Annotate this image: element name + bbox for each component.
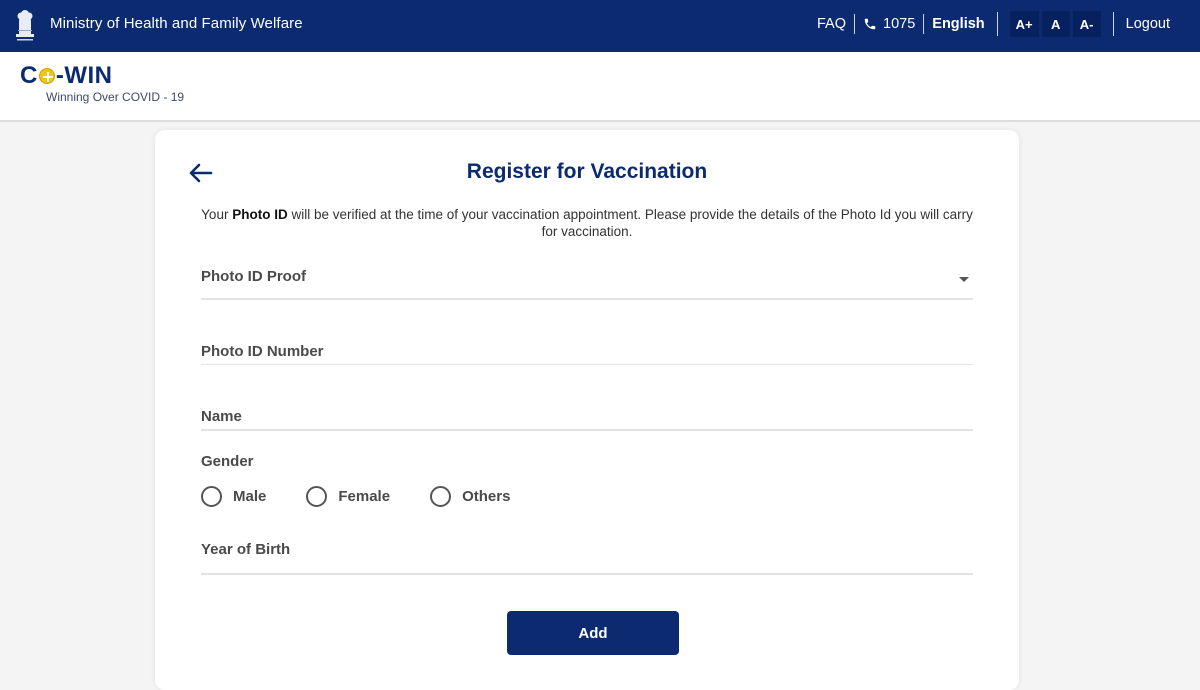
gender-option-label: Female (338, 488, 391, 505)
ministry-name: Ministry of Health and Family Welfare (50, 15, 303, 32)
radio-circle-icon[interactable] (430, 486, 452, 507)
language-selector[interactable]: English (932, 16, 984, 32)
divider (854, 14, 856, 34)
gender-radio-male[interactable]: Male (201, 486, 266, 507)
radio-circle-icon[interactable] (201, 486, 222, 507)
year-of-birth-field[interactable]: Year of Birth (201, 536, 973, 575)
photo-id-proof-select[interactable]: Photo ID Proof (201, 262, 973, 300)
font-increase-button[interactable]: A+ (1009, 11, 1039, 37)
photo-id-note: Your Photo ID will be verified at the ti… (195, 206, 979, 240)
add-button[interactable]: Add (507, 611, 679, 655)
page-title: Register for Vaccination (466, 160, 708, 183)
logo-tagline: Winning Over COVID - 19 (46, 90, 185, 104)
photo-id-number-field[interactable]: Photo ID Number (201, 338, 973, 365)
name-field[interactable]: Name (201, 404, 973, 431)
plus-circle-icon (38, 68, 55, 84)
top-nav: FAQ 1075 English A+ A A- Logout (817, 0, 1200, 48)
divider (923, 14, 925, 34)
note-bold: Photo ID (232, 207, 288, 222)
font-normal-button[interactable]: A (1041, 11, 1070, 37)
cowin-logo[interactable]: C -WIN (20, 62, 113, 90)
gender-label: Gender (201, 453, 254, 470)
divider (1112, 12, 1114, 36)
photo-id-number-label: Photo ID Number (201, 343, 324, 360)
name-label: Name (201, 408, 242, 425)
radio-circle-icon[interactable] (306, 486, 328, 507)
registration-card: Register for Vaccination Your Photo ID w… (155, 130, 1019, 690)
top-bar: Ministry of Health and Family Welfare FA… (0, 0, 1200, 52)
helpline-link[interactable]: 1075 (863, 16, 915, 32)
note-prefix: Your (201, 207, 233, 222)
phone-icon (864, 18, 876, 30)
faq-link[interactable]: FAQ (817, 16, 846, 32)
gender-option-label: Male (233, 488, 267, 505)
year-of-birth-label: Year of Birth (201, 541, 291, 558)
national-emblem-icon (16, 10, 34, 41)
logo-text-suffix: -WIN (55, 62, 113, 89)
logo-text-prefix: C (20, 62, 38, 89)
note-suffix: will be verified at the time of your vac… (287, 207, 973, 239)
gender-radio-group: Male Female Others (201, 486, 550, 507)
gender-radio-others[interactable]: Others (430, 486, 510, 507)
font-decrease-button[interactable]: A- (1072, 11, 1101, 37)
photo-id-proof-label: Photo ID Proof (201, 268, 306, 285)
divider (996, 12, 998, 36)
gender-radio-female[interactable]: Female (306, 486, 390, 507)
gender-option-label: Others (462, 488, 511, 505)
site-header: C -WIN Winning Over COVID - 19 (0, 52, 1200, 122)
logout-link[interactable]: Logout (1126, 16, 1170, 32)
chevron-down-icon (959, 277, 969, 282)
helpline-number: 1075 (883, 16, 916, 32)
